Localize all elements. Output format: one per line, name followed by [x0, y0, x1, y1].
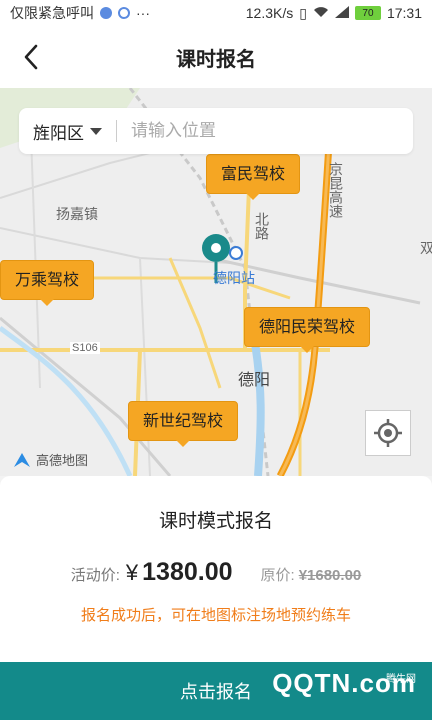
network-speed: 12.3K/s — [245, 5, 294, 21]
locate-button[interactable] — [365, 410, 411, 456]
notification-icon — [100, 7, 112, 19]
school-marker[interactable]: 德阳民荣驾校 — [244, 307, 371, 353]
back-button[interactable] — [14, 40, 48, 74]
status-bar: 仅限紧急呼叫 ··· 12.3K/s ▯ 70 17:31 — [0, 0, 432, 26]
watermark: QQTN.com 腾牛网 — [272, 668, 416, 699]
map-view[interactable]: 扬嘉镇 德阳站 德阳 北路 京昆高速 S106 双 富民驾校 万乘驾校 德阳民荣… — [0, 88, 432, 476]
nav-bar: 课时报名 — [0, 26, 432, 88]
map-provider-logo: 高德地图 — [12, 450, 88, 469]
amap-logo-icon — [14, 452, 30, 467]
map-label: 德阳 — [238, 372, 271, 389]
location-input[interactable] — [131, 121, 371, 141]
price-label: 活动价: — [70, 567, 120, 584]
map-label: 京昆高速 — [328, 162, 344, 218]
panel-title: 课时模式报名 — [158, 511, 273, 532]
map-label: S106 — [70, 342, 100, 354]
carrier-text: 仅限紧急呼叫 — [10, 5, 94, 21]
wifi-icon — [313, 5, 329, 21]
map-label: 扬嘉镇 — [56, 206, 98, 222]
battery-icon: 70 — [354, 6, 381, 20]
more-dots-icon: ··· — [136, 5, 150, 21]
crosshair-icon — [374, 419, 402, 447]
page-title: 课时报名 — [176, 48, 256, 71]
school-marker[interactable]: 富民驾校 — [206, 154, 301, 200]
app-notification-icon — [118, 7, 130, 19]
caret-down-icon — [90, 127, 102, 135]
original-price-label: 原价: — [260, 567, 295, 584]
clock: 17:31 — [386, 5, 422, 21]
price-currency: ¥ — [125, 560, 139, 585]
divider — [116, 120, 117, 142]
watermark-small: 腾牛网 — [386, 674, 416, 685]
school-marker[interactable]: 万乘驾校 — [0, 260, 95, 306]
region-label: 旌阳区 — [33, 123, 84, 143]
enrollment-panel: 课时模式报名 活动价: ¥ 1380.00 原价: ¥1680.00 报名成功后… — [0, 476, 432, 662]
chevron-left-icon — [24, 44, 38, 70]
price-value: 1380.00 — [142, 558, 233, 586]
vibrate-icon: ▯ — [299, 4, 307, 21]
region-selector[interactable]: 旌阳区 — [19, 119, 102, 144]
map-label: 德阳站 — [213, 270, 255, 286]
school-marker[interactable]: 新世纪驾校 — [128, 401, 239, 447]
map-label: 双 — [420, 240, 432, 256]
original-price-value: ¥1680.00 — [298, 567, 362, 584]
location-search-bar: 旌阳区 — [19, 108, 413, 154]
enroll-button-label: 点击报名 — [180, 682, 252, 702]
map-label: 北路 — [254, 212, 270, 240]
notice-text: 报名成功后，可在地图标注场地预约练车 — [80, 607, 351, 624]
price-row: 活动价: ¥ 1380.00 原价: ¥1680.00 — [0, 558, 432, 587]
signal-icon — [334, 5, 349, 21]
